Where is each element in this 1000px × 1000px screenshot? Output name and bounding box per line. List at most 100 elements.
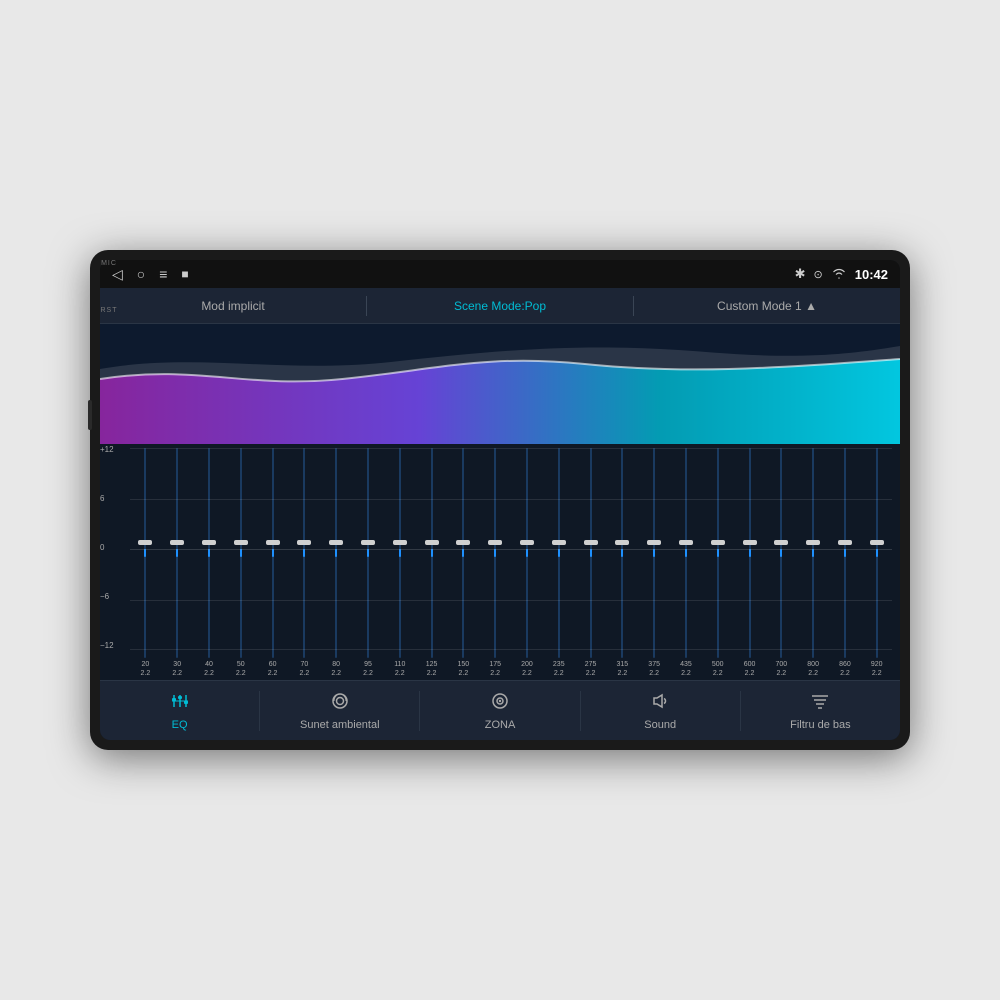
nav-item-eq[interactable]: EQ bbox=[100, 681, 259, 740]
slider-track-275[interactable] bbox=[590, 448, 592, 658]
slider-track-175[interactable] bbox=[494, 448, 496, 658]
slider-track-700[interactable] bbox=[780, 448, 782, 658]
slider-track-500[interactable] bbox=[717, 448, 719, 658]
eq-band-375[interactable]: 3752.2 bbox=[639, 448, 670, 678]
slider-thumb-920[interactable] bbox=[870, 540, 884, 545]
nav-item-sound[interactable]: Sound bbox=[581, 681, 740, 740]
eq-band-150[interactable]: 1502.2 bbox=[448, 448, 479, 678]
slider-thumb-235[interactable] bbox=[552, 540, 566, 545]
eq-band-20[interactable]: 202.2 bbox=[130, 448, 161, 678]
eq-band-275[interactable]: 2752.2 bbox=[575, 448, 606, 678]
slider-track-200[interactable] bbox=[526, 448, 528, 658]
q-label-30: 2.2 bbox=[172, 670, 182, 678]
eq-band-30[interactable]: 302.2 bbox=[162, 448, 193, 678]
slider-track-125[interactable] bbox=[431, 448, 433, 658]
slider-track-50[interactable] bbox=[240, 448, 242, 658]
mode-custom[interactable]: Custom Mode 1 ▲ bbox=[634, 288, 900, 323]
recent-nav-icon[interactable]: ■ bbox=[181, 267, 188, 281]
slider-track-150[interactable] bbox=[462, 448, 464, 658]
filter-icon bbox=[809, 691, 831, 715]
eq-band-70[interactable]: 702.2 bbox=[289, 448, 320, 678]
slider-track-80[interactable] bbox=[335, 448, 337, 658]
q-label-435: 2.2 bbox=[681, 670, 691, 678]
eq-band-235[interactable]: 2352.2 bbox=[543, 448, 574, 678]
eq-band-50[interactable]: 502.2 bbox=[225, 448, 256, 678]
nav-item-filtru[interactable]: Filtru de bas bbox=[741, 681, 900, 740]
eq-band-500[interactable]: 5002.2 bbox=[702, 448, 733, 678]
mode-default[interactable]: Mod implicit bbox=[100, 288, 366, 323]
slider-thumb-700[interactable] bbox=[774, 540, 788, 545]
eq-band-125[interactable]: 1252.2 bbox=[416, 448, 447, 678]
slider-thumb-275[interactable] bbox=[584, 540, 598, 545]
eq-band-315[interactable]: 3152.2 bbox=[607, 448, 638, 678]
clock: 10:42 bbox=[855, 267, 888, 282]
slider-thumb-110[interactable] bbox=[393, 540, 407, 545]
eq-controls: +12 6 0 −6 −12 202.2302.2402.2502.2602.2… bbox=[100, 444, 900, 680]
slider-track-110[interactable] bbox=[399, 448, 401, 658]
nav-item-ambient[interactable]: Sunet ambiental bbox=[260, 681, 419, 740]
eq-band-175[interactable]: 1752.2 bbox=[480, 448, 511, 678]
device-screen: ◁ ○ ≡ ■ ✱ ⊙ 10:42 Mod implicit Scene Mod… bbox=[100, 260, 900, 740]
slider-thumb-435[interactable] bbox=[679, 540, 693, 545]
eq-band-60[interactable]: 602.2 bbox=[257, 448, 288, 678]
nav-item-zona[interactable]: ZONA bbox=[420, 681, 579, 740]
slider-thumb-125[interactable] bbox=[425, 540, 439, 545]
slider-track-30[interactable] bbox=[176, 448, 178, 658]
slider-track-70[interactable] bbox=[303, 448, 305, 658]
slider-thumb-600[interactable] bbox=[743, 540, 757, 545]
slider-thumb-860[interactable] bbox=[838, 540, 852, 545]
slider-track-600[interactable] bbox=[749, 448, 751, 658]
slider-track-20[interactable] bbox=[144, 448, 146, 658]
q-label-375: 2.2 bbox=[649, 670, 659, 678]
slider-track-40[interactable] bbox=[208, 448, 210, 658]
slider-thumb-200[interactable] bbox=[520, 540, 534, 545]
slider-track-375[interactable] bbox=[653, 448, 655, 658]
eq-band-435[interactable]: 4352.2 bbox=[671, 448, 702, 678]
eq-band-860[interactable]: 8602.2 bbox=[830, 448, 861, 678]
eq-band-800[interactable]: 8002.2 bbox=[798, 448, 829, 678]
eq-band-700[interactable]: 7002.2 bbox=[766, 448, 797, 678]
location-icon: ⊙ bbox=[814, 268, 823, 281]
slider-thumb-315[interactable] bbox=[615, 540, 629, 545]
slider-thumb-50[interactable] bbox=[234, 540, 248, 545]
slider-thumb-95[interactable] bbox=[361, 540, 375, 545]
radio-icon bbox=[329, 691, 351, 715]
slider-track-920[interactable] bbox=[876, 448, 878, 658]
mode-scene[interactable]: Scene Mode:Pop bbox=[367, 288, 633, 323]
slider-thumb-175[interactable] bbox=[488, 540, 502, 545]
slider-track-860[interactable] bbox=[844, 448, 846, 658]
slider-track-235[interactable] bbox=[558, 448, 560, 658]
slider-track-60[interactable] bbox=[272, 448, 274, 658]
slider-track-315[interactable] bbox=[621, 448, 623, 658]
q-label-60: 2.2 bbox=[268, 670, 278, 678]
side-button-1[interactable] bbox=[88, 400, 92, 430]
fc-label-50: 50 bbox=[237, 661, 245, 669]
slider-thumb-80[interactable] bbox=[329, 540, 343, 545]
slider-thumb-40[interactable] bbox=[202, 540, 216, 545]
slider-thumb-30[interactable] bbox=[170, 540, 184, 545]
slider-thumb-20[interactable] bbox=[138, 540, 152, 545]
speaker-icon bbox=[649, 691, 671, 715]
eq-band-80[interactable]: 802.2 bbox=[321, 448, 352, 678]
eq-band-110[interactable]: 1102.2 bbox=[384, 448, 415, 678]
scale-6: 6 bbox=[100, 495, 114, 503]
slider-thumb-375[interactable] bbox=[647, 540, 661, 545]
q-label-70: 2.2 bbox=[300, 670, 310, 678]
eq-band-200[interactable]: 2002.2 bbox=[512, 448, 543, 678]
q-label-700: 2.2 bbox=[776, 670, 786, 678]
slider-thumb-800[interactable] bbox=[806, 540, 820, 545]
fc-label-500: 500 bbox=[712, 661, 724, 669]
eq-band-95[interactable]: 952.2 bbox=[353, 448, 384, 678]
eq-band-40[interactable]: 402.2 bbox=[194, 448, 225, 678]
eq-band-920[interactable]: 9202.2 bbox=[861, 448, 892, 678]
slider-track-95[interactable] bbox=[367, 448, 369, 658]
menu-nav-icon[interactable]: ≡ bbox=[159, 266, 167, 282]
slider-thumb-70[interactable] bbox=[297, 540, 311, 545]
slider-thumb-500[interactable] bbox=[711, 540, 725, 545]
home-nav-icon[interactable]: ○ bbox=[137, 266, 145, 282]
slider-track-435[interactable] bbox=[685, 448, 687, 658]
slider-thumb-60[interactable] bbox=[266, 540, 280, 545]
slider-thumb-150[interactable] bbox=[456, 540, 470, 545]
slider-track-800[interactable] bbox=[812, 448, 814, 658]
eq-band-600[interactable]: 6002.2 bbox=[734, 448, 765, 678]
